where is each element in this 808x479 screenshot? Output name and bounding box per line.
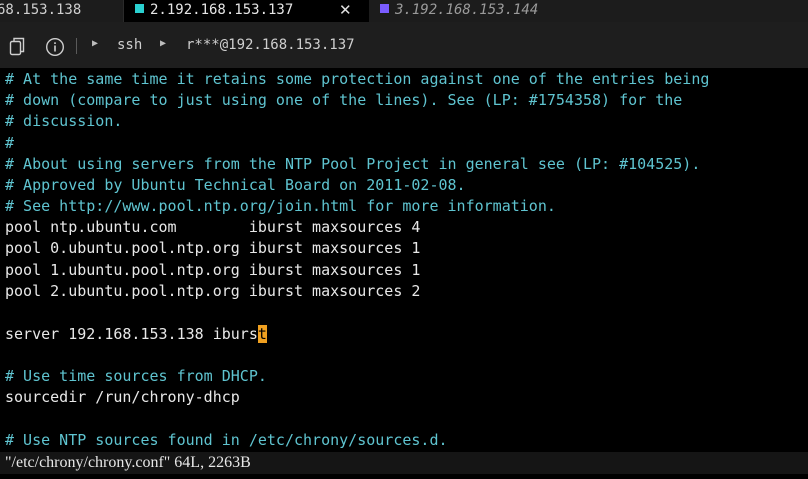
toolbar-divider bbox=[76, 38, 77, 54]
tab-session-1[interactable]: 68.153.138 bbox=[0, 0, 124, 22]
tab-label: 3.192.168.153.144 bbox=[395, 2, 539, 18]
session-color-icon bbox=[135, 4, 144, 13]
terminal-line: # Use time sources from DHCP. bbox=[5, 367, 267, 385]
protocol-label: ssh bbox=[117, 37, 143, 53]
terminal-line-server: server 192.168.153.138 iburst bbox=[5, 324, 267, 345]
session-color-icon bbox=[380, 4, 389, 13]
terminal-area[interactable]: # At the same time it retains some prote… bbox=[0, 68, 808, 479]
terminal-line: sourcedir /run/chrony-dhcp bbox=[5, 388, 240, 406]
tab-label: 68.153.138 bbox=[0, 2, 82, 18]
terminal-line: # bbox=[5, 134, 15, 152]
chevron-right-icon: ▶ bbox=[160, 38, 167, 49]
editor-status-bar: "/etc/chrony/chrony.conf" 64L, 2263B bbox=[0, 452, 808, 474]
tab-bar: 68.153.138 2.192.168.153.137 ✕ 3.192.168… bbox=[0, 0, 808, 22]
terminal-line: # See http://www.pool.ntp.org/join.html … bbox=[5, 197, 556, 215]
text-cursor: t bbox=[257, 325, 267, 343]
session-toolbar: ▶ ssh ▶ r***@192.168.153.137 bbox=[0, 22, 808, 68]
terminal-line: # discussion. bbox=[5, 112, 123, 130]
terminal-line: pool 2.ubuntu.pool.ntp.org iburst maxsou… bbox=[5, 282, 421, 300]
server-line-text-end: s bbox=[248, 325, 258, 343]
terminal-line: pool 0.ubuntu.pool.ntp.org iburst maxsou… bbox=[5, 239, 421, 257]
terminal-line: # Use NTP sources found in /etc/chrony/s… bbox=[5, 431, 448, 449]
tab-label: 2.192.168.153.137 bbox=[150, 2, 294, 18]
tab-session-2[interactable]: 2.192.168.153.137 bbox=[124, 0, 368, 22]
terminal-line: # down (compare to just using one of the… bbox=[5, 91, 683, 109]
tab-session-3[interactable]: 3.192.168.153.144 bbox=[369, 0, 808, 22]
terminal-line: # About using servers from the NTP Pool … bbox=[5, 155, 701, 173]
chevron-right-icon: ▶ bbox=[92, 38, 99, 49]
terminal-line: # Approved by Ubuntu Technical Board on … bbox=[5, 176, 466, 194]
server-line-text: server 192.168.153.138 ibur bbox=[5, 325, 249, 343]
terminal-line: pool 1.ubuntu.pool.ntp.org iburst maxsou… bbox=[5, 261, 421, 279]
copy-icon[interactable] bbox=[9, 36, 25, 56]
file-status-text: "/etc/chrony/chrony.conf" 64L, 2263B bbox=[5, 454, 251, 471]
terminal-line: pool ntp.ubuntu.com iburst maxsources 4 bbox=[5, 218, 421, 236]
info-icon[interactable] bbox=[45, 37, 65, 57]
close-tab-icon[interactable]: ✕ bbox=[339, 0, 352, 22]
host-label: r***@192.168.153.137 bbox=[186, 37, 355, 53]
terminal-line: # At the same time it retains some prote… bbox=[5, 70, 710, 88]
